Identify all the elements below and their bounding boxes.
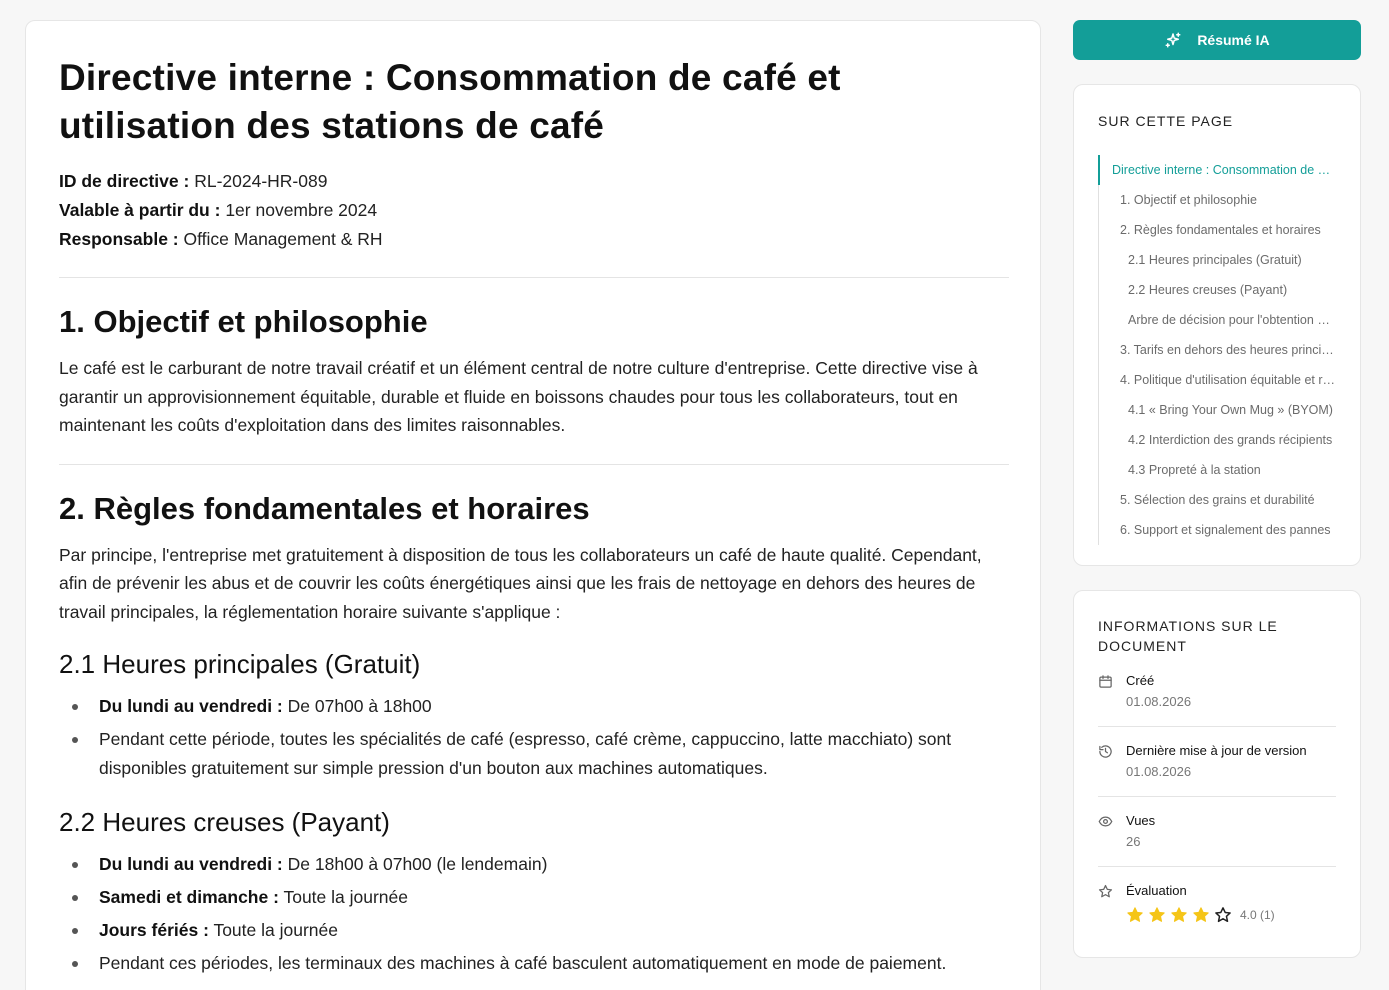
toc-item-objectif[interactable]: 1. Objectif et philosophie bbox=[1099, 185, 1336, 215]
document-card: Directive interne : Consommation de café… bbox=[25, 20, 1041, 990]
section-text-2: Par principe, l'entreprise met gratuitem… bbox=[59, 544, 982, 622]
sparkles-icon bbox=[1165, 32, 1181, 48]
section-heading-1: 1. Objectif et philosophie bbox=[59, 304, 428, 339]
divider bbox=[1098, 796, 1336, 797]
info-rating-label: Évaluation bbox=[1126, 883, 1187, 898]
info-created-value: 01.08.2026 bbox=[1126, 694, 1192, 709]
section-text-1: Le café est le carburant de notre travai… bbox=[59, 358, 978, 435]
star-empty-icon[interactable] bbox=[1214, 906, 1232, 924]
divider bbox=[1098, 866, 1336, 867]
ai-summary-button[interactable]: Résumé IA bbox=[1073, 20, 1361, 60]
section-heading-2: 2. Règles fondamentales et horaires bbox=[59, 490, 590, 526]
list-item-text: Toute la journée bbox=[208, 920, 338, 940]
toc-item-support[interactable]: 6. Support et signalement des pannes bbox=[1099, 515, 1336, 545]
list-item: Pendant ces périodes, les terminaux des … bbox=[59, 949, 1009, 978]
toc-item-regles[interactable]: 2. Règles fondamentales et horaires bbox=[1099, 215, 1336, 245]
meta-value: Office Management & RH bbox=[183, 229, 383, 249]
calendar-icon bbox=[1099, 675, 1112, 688]
list-item-text: Toute la journée bbox=[278, 887, 409, 907]
list-2-1: Du lundi au vendredi : De 07h00 à 18h00 … bbox=[59, 692, 1009, 783]
toc-card: SUR CETTE PAGE Directive interne : Conso… bbox=[1073, 84, 1361, 566]
info-updated: Dernière mise à jour de version 01.08.20… bbox=[1098, 742, 1336, 781]
page-title: Directive interne : Consommation de café… bbox=[59, 57, 841, 146]
toc-item-interdiction[interactable]: 4.2 Interdiction des grands récipients bbox=[1099, 425, 1336, 455]
toc-item-proprete[interactable]: 4.3 Propreté à la station bbox=[1099, 455, 1336, 485]
toc-item-byom[interactable]: 4.1 « Bring Your Own Mug » (BYOM) bbox=[1099, 395, 1336, 425]
rating-stars[interactable]: 4.0 (1) bbox=[1126, 906, 1275, 924]
list-2-2: Du lundi au vendredi : De 18h00 à 07h00 … bbox=[59, 850, 1009, 978]
ai-summary-label: Résumé IA bbox=[1197, 32, 1270, 48]
info-created: Créé 01.08.2026 bbox=[1098, 672, 1336, 711]
list-item-text: De 07h00 à 18h00 bbox=[282, 696, 432, 716]
list-item-text: De 18h00 à 07h00 (le lendemain) bbox=[282, 854, 548, 874]
meta-valid-from: Valable à partir du : 1er novembre 2024 bbox=[59, 196, 1008, 225]
list-item: Samedi et dimanche : Toute la journée bbox=[59, 883, 1009, 912]
list-item-label: Du lundi au vendredi : bbox=[99, 696, 283, 716]
info-created-label: Créé bbox=[1126, 673, 1155, 688]
list-item-label: Du lundi au vendredi : bbox=[99, 854, 283, 874]
toc-item-selection[interactable]: 5. Sélection des grains et durabilité bbox=[1099, 485, 1336, 515]
list-item-text: Pendant ces périodes, les terminaux des … bbox=[99, 953, 947, 973]
list-item: Du lundi au vendredi : De 07h00 à 18h00 bbox=[59, 692, 1009, 721]
star-outline-icon bbox=[1098, 884, 1113, 898]
list-item-label: Samedi et dimanche : bbox=[99, 887, 279, 907]
divider bbox=[59, 463, 1009, 465]
info-updated-label: Dernière mise à jour de version bbox=[1126, 743, 1307, 758]
toc-item-tarifs[interactable]: 3. Tarifs en dehors des heures principal… bbox=[1099, 335, 1336, 365]
info-views-label: Vues bbox=[1126, 813, 1156, 828]
meta-label: ID de directive : bbox=[59, 171, 190, 191]
list-item: Pendant cette période, toutes les spécia… bbox=[59, 725, 1009, 783]
info-views-value: 26 bbox=[1126, 834, 1141, 849]
toc-item-heures-creuses[interactable]: 2.2 Heures creuses (Payant) bbox=[1099, 275, 1336, 305]
meta-label: Valable à partir du : bbox=[59, 200, 221, 220]
list-item-text: Pendant cette période, toutes les spécia… bbox=[99, 729, 952, 778]
star-filled-icon[interactable] bbox=[1126, 906, 1144, 924]
meta-value: 1er novembre 2024 bbox=[225, 200, 378, 220]
toc-item-heures-principales[interactable]: 2.1 Heures principales (Gratuit) bbox=[1099, 245, 1336, 275]
meta-directive-id: ID de directive : RL-2024-HR-089 bbox=[59, 167, 1008, 196]
meta-owner: Responsable : Office Management & RH bbox=[59, 225, 1008, 254]
toc-item-arbre-decision[interactable]: Arbre de décision pour l'obtention d'un … bbox=[1099, 305, 1336, 335]
document-info-card: INFORMATIONS SUR LE DOCUMENT Créé 01.08.… bbox=[1073, 590, 1361, 958]
divider bbox=[1098, 726, 1336, 727]
info-updated-value: 01.08.2026 bbox=[1126, 764, 1192, 779]
list-item-label: Jours fériés : bbox=[99, 920, 209, 940]
info-rows: Créé 01.08.2026 Dernière mise à jour de … bbox=[1098, 672, 1336, 924]
star-filled-icon[interactable] bbox=[1192, 906, 1210, 924]
toc-list: Directive interne : Consommation de café… bbox=[1098, 155, 1336, 545]
divider bbox=[59, 277, 1009, 278]
star-filled-icon[interactable] bbox=[1170, 906, 1188, 924]
info-heading: INFORMATIONS SUR LE DOCUMENT bbox=[1098, 618, 1278, 654]
info-views: Vues 26 bbox=[1098, 812, 1336, 851]
meta-value: RL-2024-HR-089 bbox=[194, 171, 328, 191]
toc-item-politique[interactable]: 4. Politique d'utilisation équitable et … bbox=[1099, 365, 1336, 395]
info-rating: Évaluation 4.0 (1) bbox=[1098, 882, 1336, 924]
toc-heading: SUR CETTE PAGE bbox=[1098, 113, 1234, 129]
list-item: Jours fériés : Toute la journée bbox=[59, 916, 1009, 945]
eye-icon bbox=[1098, 816, 1113, 827]
subsection-heading-2-1: 2.1 Heures principales (Gratuit) bbox=[59, 649, 421, 679]
subsection-heading-2-2: 2.2 Heures creuses (Payant) bbox=[59, 807, 390, 837]
history-icon bbox=[1099, 745, 1112, 758]
rating-value: 4.0 (1) bbox=[1240, 908, 1275, 922]
toc-item-title[interactable]: Directive interne : Consommation de café… bbox=[1098, 155, 1336, 185]
star-filled-icon[interactable] bbox=[1148, 906, 1166, 924]
list-item: Du lundi au vendredi : De 18h00 à 07h00 … bbox=[59, 850, 1009, 879]
meta-label: Responsable : bbox=[59, 229, 179, 249]
